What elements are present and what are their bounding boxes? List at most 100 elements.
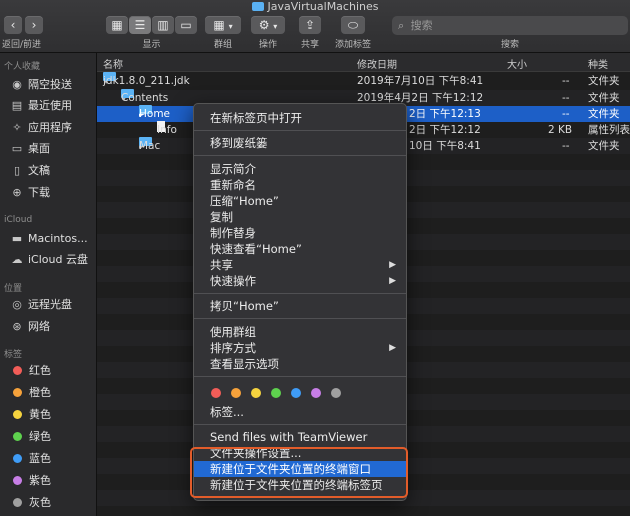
submenu-arrow-icon: ▶ — [389, 260, 396, 270]
menu-move-to-trash[interactable]: 移到废纸篓 — [194, 135, 406, 151]
icloud-header: iCloud — [4, 215, 33, 225]
action-label: 操作 — [258, 40, 277, 50]
folder-icon — [251, 1, 264, 11]
submenu-arrow-icon: ▶ — [389, 276, 396, 286]
menu-open-new-tab[interactable]: 在新标签页中打开 — [194, 110, 406, 126]
menu-separator — [194, 155, 406, 156]
menu-quick-actions[interactable]: 快速操作 ▶ — [194, 273, 406, 289]
annotation-highlight-box — [190, 447, 408, 498]
menu-rename[interactable]: 重新命名 — [194, 177, 406, 193]
tag-gray-dot[interactable] — [331, 388, 341, 398]
search-label: 搜索 — [500, 40, 519, 50]
forward-button[interactable]: › — [25, 16, 43, 34]
submenu-arrow-icon: ▶ — [389, 343, 396, 353]
group-button[interactable]: ▦ ▾ — [205, 16, 241, 34]
menu-copy[interactable]: 拷贝“Home” — [194, 298, 406, 314]
tag-purple-dot[interactable] — [311, 388, 321, 398]
menu-share[interactable]: 共享 ▶ — [194, 257, 406, 273]
sidebar: 个人收藏 ◉ 隔空投送 ▤ 最近使用 ✧ 应用程序 ▭ 桌面 ▯ 文稿 ⊕ 下载 iClou… — [0, 53, 97, 516]
finder-window: JavaVirtualMachines ‹ › 返回/前进 ▦ ☰ ▥ ▭ 显示… — [0, 0, 630, 516]
sidebar-tag-blue[interactable]: 蓝色 — [10, 450, 51, 468]
tag-green-dot[interactable] — [271, 388, 281, 398]
cloud-icon: ☁ — [11, 253, 23, 266]
grid-icon: ▦ — [213, 18, 225, 32]
sidebar-tag-purple[interactable]: 紫色 — [10, 472, 51, 490]
column-view-button[interactable]: ▥ — [152, 16, 174, 34]
column-size[interactable]: 大小 — [507, 56, 527, 71]
gallery-icon: ▭ — [180, 18, 192, 32]
airdrop-icon: ◉ — [12, 78, 22, 91]
back-button[interactable]: ‹ — [4, 16, 22, 34]
icon-view-button[interactable]: ▦ — [106, 16, 128, 34]
menu-separator — [194, 424, 406, 425]
nav-label: 返回/前进 — [2, 40, 42, 50]
sidebar-item-remote-disc[interactable]: ◎ 远程光盘 — [10, 296, 72, 314]
menu-compress[interactable]: 压缩“Home” — [194, 193, 406, 209]
desktop-icon: ▭ — [11, 142, 23, 155]
downloads-icon: ⊕ — [12, 186, 22, 199]
menu-separator — [194, 318, 406, 319]
column-name[interactable]: 名称 — [103, 56, 123, 71]
column-modified[interactable]: 修改日期 — [357, 56, 397, 71]
menu-make-alias[interactable]: 制作替身 — [194, 225, 406, 241]
red-tag-icon — [13, 365, 22, 375]
menu-quick-look[interactable]: 快速查看“Home” — [194, 241, 406, 257]
yellow-tag-icon — [13, 409, 22, 419]
sidebar-tag-gray[interactable]: 灰色 — [10, 494, 51, 512]
column-kind[interactable]: 种类 — [588, 56, 608, 71]
tag-orange-dot[interactable] — [231, 388, 241, 398]
menu-sort-by[interactable]: 排序方式 ▶ — [194, 340, 406, 356]
sidebar-item-airdrop[interactable]: ◉ 隔空投送 — [10, 76, 72, 94]
recents-icon: ▤ — [11, 99, 23, 112]
menu-separator — [194, 293, 406, 294]
blue-tag-icon — [13, 453, 22, 463]
sidebar-item-network[interactable]: ⊛ 网络 — [10, 318, 50, 336]
sidebar-item-desktop[interactable]: ▭ 桌面 — [10, 140, 50, 158]
list-view-button[interactable]: ☰ — [129, 16, 151, 34]
table-row[interactable]: ▼ jdk1.8.0_211.jdk 2019年7月10日 下午8:41 -- … — [97, 72, 630, 89]
sidebar-item-documents[interactable]: ▯ 文稿 — [10, 162, 50, 180]
sidebar-item-applications[interactable]: ✧ 应用程序 — [10, 119, 72, 137]
menu-use-groups[interactable]: 使用群组 — [194, 324, 406, 340]
window-title: JavaVirtualMachines — [0, 0, 630, 14]
grid-icon: ▦ — [111, 18, 123, 32]
column-header: 名称 修改日期 大小 种类 — [97, 53, 630, 72]
applications-icon: ✧ — [12, 121, 22, 134]
sidebar-item-macintosh[interactable]: ▬ Macintos... — [10, 230, 88, 248]
documents-icon: ▯ — [13, 164, 21, 177]
context-menu: 在新标签页中打开 移到废纸篓 显示简介 重新命名 压缩“Home” 复制 制作替… — [193, 103, 407, 501]
view-label: 显示 — [142, 40, 161, 50]
disk-icon: ▬ — [11, 232, 23, 245]
sidebar-item-downloads[interactable]: ⊕ 下载 — [10, 184, 50, 202]
menu-teamviewer[interactable]: Send files with TeamViewer — [194, 429, 406, 445]
gray-tag-icon — [13, 497, 22, 507]
tag-red-dot[interactable] — [211, 388, 221, 398]
sidebar-tag-orange[interactable]: 橙色 — [10, 384, 51, 402]
tag-yellow-dot[interactable] — [251, 388, 261, 398]
share-button[interactable]: ⇪ — [299, 16, 321, 34]
green-tag-icon — [13, 431, 22, 441]
menu-separator — [194, 376, 406, 377]
menu-view-options[interactable]: 查看显示选项 — [194, 356, 406, 372]
action-button[interactable]: ⚙ ▾ — [251, 16, 285, 34]
chevron-down-icon: ▾ — [273, 22, 278, 31]
share-label: 共享 — [300, 40, 319, 50]
list-icon: ☰ — [134, 18, 146, 32]
chevron-right-icon: › — [31, 18, 37, 32]
search-field[interactable]: ⌕ 搜索 — [392, 16, 628, 35]
menu-duplicate[interactable]: 复制 — [194, 209, 406, 225]
menu-tags[interactable]: 标签... — [194, 404, 406, 420]
sidebar-item-icloud-drive[interactable]: ☁ iCloud 云盘 — [10, 251, 88, 269]
add-tag-label: 添加标签 — [334, 40, 371, 50]
sidebar-item-recents[interactable]: ▤ 最近使用 — [10, 97, 72, 115]
gallery-view-button[interactable]: ▭ — [175, 16, 197, 34]
tag-icon: ⬭ — [347, 18, 359, 32]
menu-get-info[interactable]: 显示简介 — [194, 161, 406, 177]
search-placeholder: 搜索 — [410, 19, 433, 32]
sidebar-tag-green[interactable]: 绿色 — [10, 428, 51, 446]
toolbar: JavaVirtualMachines ‹ › 返回/前进 ▦ ☰ ▥ ▭ 显示… — [0, 0, 630, 53]
tag-blue-dot[interactable] — [291, 388, 301, 398]
sidebar-tag-red[interactable]: 红色 — [10, 362, 51, 380]
sidebar-tag-yellow[interactable]: 黄色 — [10, 406, 51, 424]
add-tag-button[interactable]: ⬭ — [341, 16, 365, 34]
